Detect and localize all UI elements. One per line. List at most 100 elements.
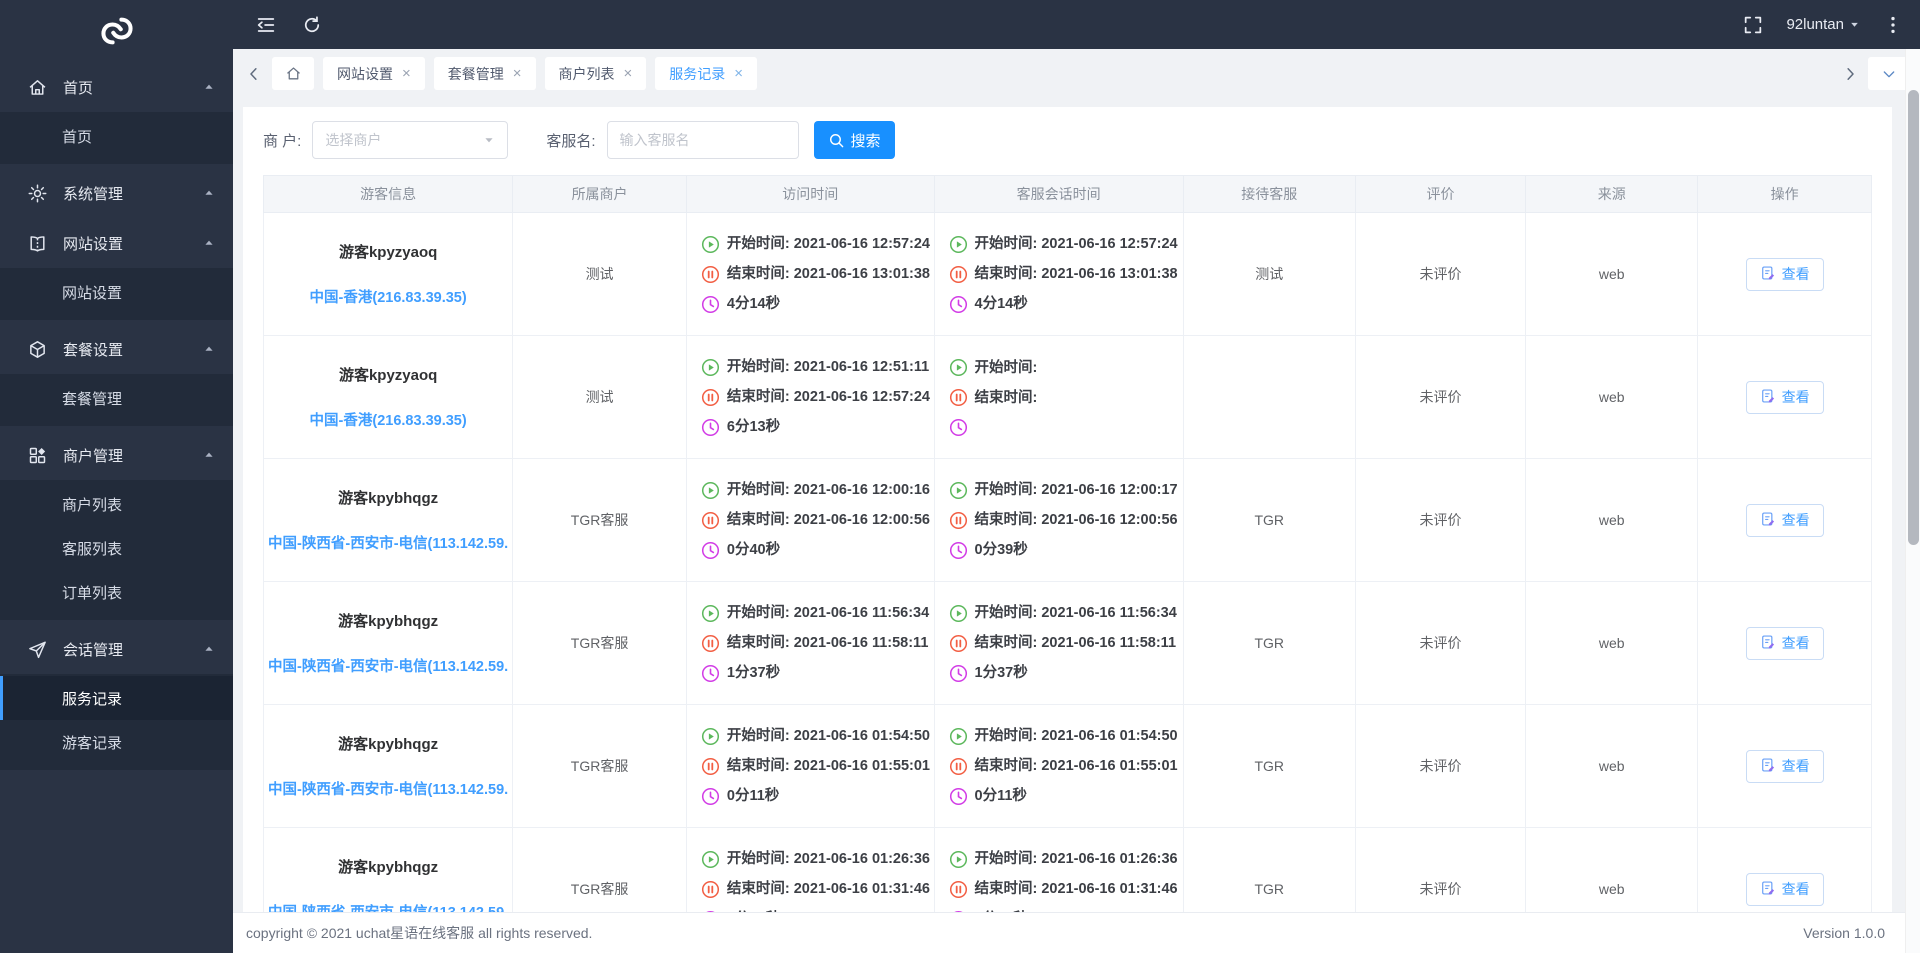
table-row: 游客kpyzyaoq 中国-香港(216.83.39.35) 测试 开始时间: 202…	[262, 335, 1872, 459]
search-button[interactable]: 搜索	[813, 121, 895, 159]
user-menu[interactable]: 92luntan	[1786, 16, 1860, 33]
visitor-cell: 游客kpyzyaoq 中国-香港(216.83.39.35)	[262, 212, 514, 336]
view-button[interactable]: 查看	[1745, 872, 1824, 906]
merchant-select[interactable]: 选择商户	[312, 121, 509, 159]
sidebar-item-套餐设置[interactable]: 套餐设置	[0, 324, 233, 374]
time-line: 开始时间: 2021-06-16 12:57:24	[949, 234, 1179, 254]
pause-icon	[701, 265, 720, 284]
logo-loop-icon	[100, 17, 133, 45]
close-icon[interactable]: ×	[402, 66, 411, 81]
time-text: 开始时间: 2021-06-16 11:56:34	[974, 605, 1177, 621]
time-text: 结束时间: 2021-06-16 12:57:24	[726, 389, 930, 405]
view-button[interactable]: 查看	[1745, 626, 1824, 660]
agent-cell: TGR	[1182, 704, 1356, 828]
search-button-label: 搜索	[850, 132, 881, 150]
scrollbar-thumb[interactable]	[1908, 90, 1919, 545]
visitor-name: 游客kpybhqgz	[338, 859, 439, 876]
sidebar-subitem-商户列表[interactable]: 商户列表	[0, 482, 233, 526]
time-line: 1分37秒	[701, 663, 930, 683]
merchant-cell: TGR客服	[512, 827, 687, 912]
refresh-icon[interactable]	[301, 14, 323, 36]
sidebar-submenu: 网站设置	[0, 268, 233, 320]
rating-cell: 未评价	[1354, 827, 1527, 912]
column-header: 客服会话时间	[933, 175, 1184, 213]
play-icon	[701, 604, 720, 623]
tab-网站设置[interactable]: 网站设置 ×	[323, 57, 425, 90]
visitor-location-link[interactable]: 中国-香港(216.83.39.35)	[264, 286, 512, 307]
clock-icon	[949, 787, 968, 806]
tabs-scroll-left-icon[interactable]	[245, 65, 263, 83]
time-text: 0分39秒	[974, 542, 1028, 558]
kebab-menu-icon[interactable]	[1882, 14, 1904, 36]
sidebar-subitem-订单列表[interactable]: 订单列表	[0, 570, 233, 614]
column-header: 访问时间	[685, 175, 935, 213]
sidebar-subitem-套餐管理[interactable]: 套餐管理	[0, 376, 233, 420]
visit-time-cell: 开始时间: 2021-06-16 01:26:36 结束时间: 2021-06-1…	[685, 827, 935, 912]
pause-icon	[701, 757, 720, 776]
tab-home[interactable]	[272, 57, 314, 90]
view-button[interactable]: 查看	[1745, 503, 1824, 537]
sidebar-item-系统管理[interactable]: 系统管理	[0, 168, 233, 218]
sidebar-subitem-首页[interactable]: 首页	[0, 114, 233, 158]
time-text: 开始时间: 2021-06-16 12:57:24	[974, 236, 1178, 252]
visitor-cell: 游客kpybhqgz 中国-陕西省-西安市-电信(113.142.59.	[262, 827, 514, 912]
tab-服务记录[interactable]: 服务记录 ×	[655, 57, 758, 90]
sidebar-item-首页[interactable]: 首页	[0, 62, 233, 112]
time-line: 开始时间: 2021-06-16 01:54:50	[949, 726, 1179, 746]
table-row: 游客kpybhqgz 中国-陕西省-西安市-电信(113.142.59.TGR客服…	[262, 827, 1872, 912]
topbar: 92luntan	[233, 0, 1920, 49]
tab-label: 服务记录	[669, 65, 726, 82]
chevron-up-icon	[203, 643, 215, 655]
agent-name-input[interactable]	[606, 121, 799, 159]
source-cell: web	[1525, 212, 1699, 336]
chevron-up-icon	[203, 81, 215, 93]
sidebar-subitem-label: 游客记录	[62, 734, 123, 752]
view-button[interactable]: 查看	[1745, 380, 1824, 414]
sidebar-item-label: 网站设置	[63, 235, 124, 253]
chevron-up-icon	[203, 343, 215, 355]
time-line: 结束时间: 2021-06-16 11:58:11	[701, 633, 930, 653]
close-icon[interactable]: ×	[624, 66, 633, 81]
close-icon[interactable]: ×	[734, 66, 743, 81]
fullscreen-icon[interactable]	[1742, 14, 1764, 36]
tab-套餐管理[interactable]: 套餐管理 ×	[433, 57, 536, 90]
sidebar-subitem-服务记录[interactable]: 服务记录	[0, 676, 233, 720]
visitor-location-link[interactable]: 中国-香港(216.83.39.35)	[264, 409, 512, 430]
sidebar-item-网站设置[interactable]: 网站设置	[0, 218, 233, 268]
sidebar-subitem-网站设置[interactable]: 网站设置	[0, 270, 233, 314]
session-time-cell: 开始时间: 结束时间:	[933, 335, 1184, 459]
close-icon[interactable]: ×	[513, 66, 522, 81]
time-text: 结束时间: 2021-06-16 01:31:46	[726, 881, 930, 897]
vertical-scrollbar[interactable]	[1905, 49, 1920, 953]
view-button[interactable]: 查看	[1745, 257, 1824, 291]
action-cell: 查看	[1697, 212, 1872, 336]
time-line: 开始时间: 2021-06-16 12:57:24	[701, 234, 930, 254]
time-line: 开始时间: 2021-06-16 01:26:36	[949, 849, 1179, 869]
time-text: 0分11秒	[726, 788, 780, 804]
time-text: 0分11秒	[974, 788, 1027, 804]
tab-商户列表[interactable]: 商户列表 ×	[544, 57, 647, 90]
sidebar-subitem-label: 网站设置	[62, 284, 123, 302]
pause-icon	[701, 388, 720, 407]
time-line: 0分11秒	[701, 786, 930, 806]
session-times: 开始时间: 结束时间:	[949, 358, 1179, 437]
collapse-sidebar-icon[interactable]	[255, 14, 277, 36]
table-row: 游客kpybhqgz 中国-陕西省-西安市-电信(113.142.59.TGR客服…	[262, 458, 1872, 582]
visit-times: 开始时间: 2021-06-16 11:56:34 结束时间: 2021-06-1…	[701, 603, 930, 683]
visitor-location-link[interactable]: 中国-陕西省-西安市-电信(113.142.59.	[264, 532, 512, 553]
visitor-location-link[interactable]: 中国-陕西省-西安市-电信(113.142.59.	[264, 778, 512, 799]
session-times: 开始时间: 2021-06-16 01:26:36 结束时间: 2021-06-1…	[949, 849, 1179, 912]
view-button[interactable]: 查看	[1745, 749, 1824, 783]
tabs-scroll-right-icon[interactable]	[1841, 65, 1859, 83]
tabs-dropdown-button[interactable]	[1868, 57, 1910, 90]
tab-label: 网站设置	[337, 65, 393, 82]
sidebar-subitem-客服列表[interactable]: 客服列表	[0, 526, 233, 570]
visit-times: 开始时间: 2021-06-16 12:57:24 结束时间: 2021-06-1…	[701, 234, 930, 314]
sidebar-item-label: 商户管理	[63, 447, 124, 465]
clock-icon	[701, 541, 720, 560]
sidebar-subitem-游客记录[interactable]: 游客记录	[0, 720, 233, 764]
sidebar-item-商户管理[interactable]: 商户管理	[0, 430, 233, 480]
visitor-location-link[interactable]: 中国-陕西省-西安市-电信(113.142.59.	[264, 655, 512, 676]
visitor-location-link[interactable]: 中国-陕西省-西安市-电信(113.142.59.	[264, 901, 512, 912]
sidebar-item-会话管理[interactable]: 会话管理	[0, 624, 233, 674]
